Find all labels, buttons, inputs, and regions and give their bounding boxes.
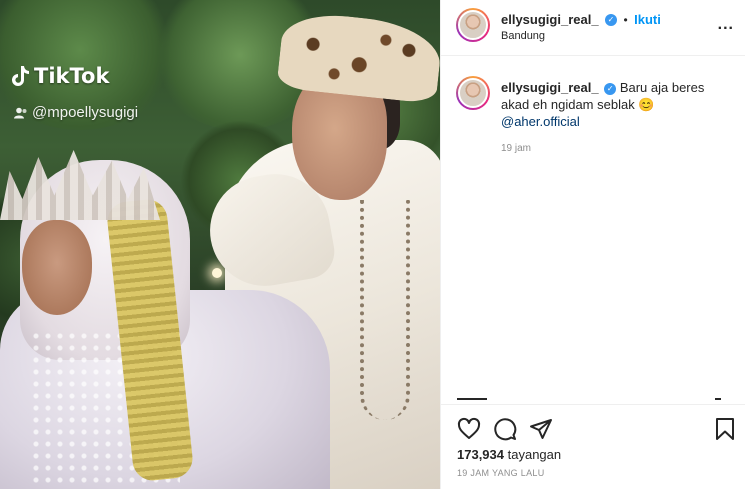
user-icon: [14, 107, 27, 118]
view-count-label: tayangan: [507, 447, 562, 462]
comment-icon[interactable]: [493, 417, 517, 441]
caption-username[interactable]: ellysugigi_real_: [501, 80, 599, 95]
tiktok-handle-text: @mpoellysugigi: [32, 104, 139, 121]
post-header: ellysugigi_real_ ✓ • Ikuti Bandung ...: [441, 0, 745, 56]
caption-avatar[interactable]: [456, 76, 490, 110]
more-options-button[interactable]: ...: [718, 16, 734, 34]
tiktok-handle: @mpoellysugigi: [14, 104, 138, 121]
tiktok-watermark: TikTok: [10, 64, 109, 88]
background-light: [212, 268, 222, 278]
action-bar: [441, 404, 745, 448]
avatar-image: [458, 10, 488, 40]
location-link[interactable]: Bandung: [501, 30, 545, 42]
groom-necklace: [360, 200, 410, 420]
progress-segment: [457, 398, 487, 400]
post-media[interactable]: TikTok @mpoellysugigi: [0, 0, 440, 489]
bookmark-icon[interactable]: [713, 417, 737, 441]
view-count-number: 173,934: [457, 447, 504, 462]
share-icon[interactable]: [529, 417, 553, 441]
follow-button[interactable]: Ikuti: [634, 12, 661, 27]
caption-mention-link[interactable]: @aher.official: [501, 114, 580, 129]
dot-separator: •: [623, 13, 628, 27]
heart-icon[interactable]: [457, 417, 481, 441]
view-count[interactable]: 173,934 tayangan: [457, 447, 561, 462]
progress-segment: [715, 398, 721, 400]
caption: ellysugigi_real_ ✓ Baru aja beres akad e…: [501, 79, 736, 130]
avatar[interactable]: [456, 8, 490, 42]
media-progress-indicator: [457, 398, 745, 400]
tiktok-brand-text: TikTok: [34, 64, 110, 88]
verified-badge-icon: ✓: [605, 13, 618, 26]
post-panel: ellysugigi_real_ ✓ • Ikuti Bandung ... e…: [440, 0, 745, 489]
header-username[interactable]: ellysugigi_real_: [501, 12, 599, 27]
caption-time[interactable]: 19 jam: [501, 143, 531, 154]
verified-badge-icon: ✓: [604, 82, 617, 95]
avatar-image: [458, 78, 488, 108]
comments-area: ellysugigi_real_ ✓ Baru aja beres akad e…: [441, 57, 745, 402]
tiktok-icon: [12, 66, 29, 86]
header-user-row: ellysugigi_real_ ✓ • Ikuti: [501, 11, 661, 29]
post-timestamp[interactable]: 19 JAM YANG LALU: [457, 468, 545, 478]
bride-face: [22, 220, 92, 315]
